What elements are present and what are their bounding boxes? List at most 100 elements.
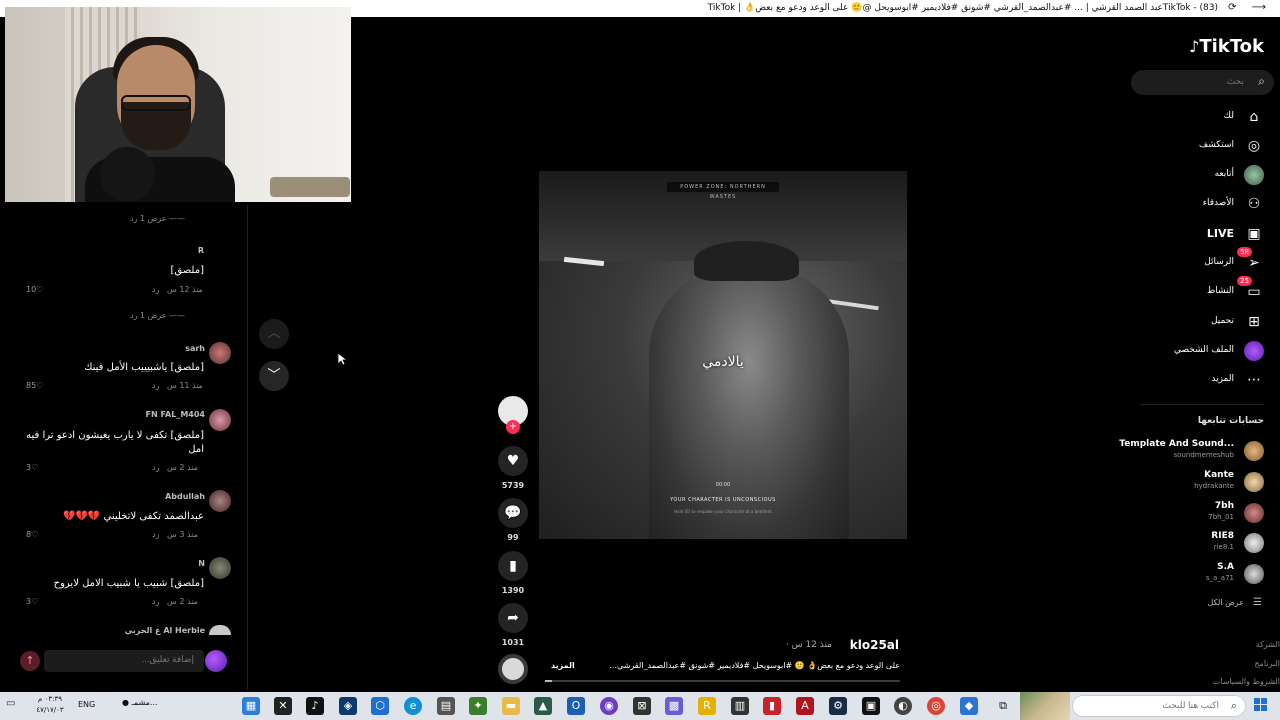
comment-input[interactable]	[94, 654, 194, 664]
comment-reply-button[interactable]: رد	[152, 381, 159, 390]
language-indicator[interactable]: ENG	[78, 700, 95, 709]
nav-label: استكشف	[1198, 140, 1234, 150]
task-view-icon[interactable]: ⧉	[994, 697, 1012, 715]
commenter-avatar[interactable]	[209, 557, 231, 579]
comment-like[interactable]: 10♡	[26, 285, 43, 294]
nav-following[interactable]: أتابعه	[1134, 165, 1264, 187]
comment-username[interactable]: Abdullah	[120, 492, 205, 501]
comment-username[interactable]: R	[164, 246, 204, 255]
like-button[interactable]: ♥	[498, 446, 528, 476]
footer-link-program[interactable]: البرنامج	[1254, 659, 1280, 668]
save-button[interactable]: ▮	[498, 551, 528, 581]
taskbar-app-icon[interactable]: A	[796, 697, 814, 715]
video-progress-bar[interactable]	[545, 680, 900, 682]
video-caption: يالادمي	[702, 354, 744, 370]
commenter-avatar[interactable]	[209, 342, 231, 364]
nav-profile[interactable]: الملف الشخصي	[1134, 341, 1264, 363]
taskbar-app-icon[interactable]: ◈	[339, 697, 357, 715]
steam-icon[interactable]: ⚙	[829, 697, 847, 715]
footer-link-company[interactable]: الشركة	[1256, 640, 1280, 649]
followed-account[interactable]: 7bh 7bh_01	[1124, 501, 1264, 525]
windows-start-icon[interactable]	[1254, 698, 1268, 712]
heart-icon: ♡	[31, 463, 39, 472]
taskbar-app-icon[interactable]: ▣	[862, 697, 880, 715]
taskbar-app-icon[interactable]: ▮	[763, 697, 781, 715]
followed-account[interactable]: Template And Sound... soundmemeshub	[1119, 439, 1264, 463]
comment-reply-button[interactable]: رد	[152, 463, 159, 472]
send-comment-button[interactable]: ↑	[20, 651, 40, 671]
tiktok-logo[interactable]: ♪TikTok	[1189, 36, 1264, 57]
nav-label: LIVE	[1206, 227, 1234, 240]
previous-video-button[interactable]: ︿	[259, 319, 289, 349]
notification-icon[interactable]: ▭	[6, 698, 18, 709]
outlook-icon[interactable]: O	[567, 697, 585, 715]
tiktok-app-icon[interactable]: ♪	[306, 697, 324, 715]
nav-for-you[interactable]: لك ⌂	[1134, 107, 1264, 129]
taskbar-app-icon[interactable]: ✦	[469, 697, 487, 715]
comment-username[interactable]: sarh	[140, 344, 205, 353]
comment-text: [ملصق] شبيب يا شبيب الامل لايروح	[53, 578, 204, 589]
nav-explore[interactable]: استكشف ◎	[1134, 136, 1264, 158]
comment-like[interactable]: 8♡	[26, 530, 38, 539]
comment-input-box[interactable]	[44, 650, 204, 672]
comment-reply-button[interactable]: رد	[152, 285, 159, 294]
footer-link-terms[interactable]: الشروط والسياسات	[1213, 677, 1280, 686]
nav-label: لك	[1223, 111, 1234, 121]
search-box[interactable]: ⌕	[1131, 70, 1274, 95]
comment-button[interactable]: 💬	[498, 498, 528, 528]
weather-widget[interactable]: ● مشمـ...	[122, 698, 158, 707]
view-replies-toggle[interactable]: عرض 1 رد ——	[130, 214, 185, 223]
taskbar-app-icon[interactable]: ◆	[960, 697, 978, 715]
taskbar-app-icon[interactable]: ◉	[600, 697, 618, 715]
taskbar-app-icon[interactable]: ⬡	[371, 697, 389, 715]
comment-username[interactable]: FN FAL_M404	[120, 410, 205, 419]
search-icon[interactable]: ⌕	[1258, 74, 1265, 89]
followed-account[interactable]: S.A s_a_a71	[1124, 562, 1264, 586]
nav-messages[interactable]: الرسائل ➢ 58	[1134, 247, 1264, 275]
nav-activity[interactable]: النشاط ▭ 25	[1134, 276, 1264, 304]
comment-like[interactable]: 3♡	[26, 463, 38, 472]
taskbar-clock[interactable]: ٠٣:٣٩ م ٤٧/١٧/٠٣	[28, 694, 72, 716]
comment-like[interactable]: 3♡	[26, 597, 38, 606]
comment-username[interactable]: N	[120, 559, 205, 568]
nav-live[interactable]: LIVE ▣	[1134, 224, 1264, 246]
comment-reply-button[interactable]: رد	[152, 597, 159, 606]
chrome-icon[interactable]: ◎	[927, 697, 945, 715]
nav-upload[interactable]: تحميل ⊞	[1134, 312, 1264, 334]
video-player[interactable]: POWER ZONE: NORTHERN WASTES يالادمي 00:0…	[539, 171, 907, 539]
account-handle: rie8.1	[1213, 543, 1234, 551]
taskbar-app-icon[interactable]: ▦	[242, 697, 260, 715]
followed-account[interactable]: RIE8 rie8.1	[1124, 531, 1264, 555]
nav-friends[interactable]: الأصدقاء ⚇	[1134, 194, 1264, 216]
taskbar-search-input[interactable]	[1109, 700, 1219, 710]
search-input[interactable]	[1144, 76, 1244, 86]
view-replies-toggle[interactable]: عرض 1 رد ——	[130, 311, 185, 320]
taskbar-app-icon[interactable]: ▩	[665, 697, 683, 715]
comment-like[interactable]: 85♡	[26, 381, 43, 390]
file-explorer-icon[interactable]: ▬	[502, 697, 520, 715]
next-video-button[interactable]: ﹀	[259, 361, 289, 391]
taskbar-app-icon[interactable]: R	[698, 697, 716, 715]
browser-nav-icons[interactable]: ⟳ ⟶	[1228, 2, 1272, 13]
nav-more[interactable]: المزيد ⋯	[1134, 370, 1264, 392]
edge-browser-icon[interactable]: e	[404, 697, 422, 715]
taskbar-app-icon[interactable]: ✕	[274, 697, 292, 715]
taskbar-app-icon[interactable]: ◐	[894, 697, 912, 715]
see-all-accounts[interactable]: عرض الكل ☰	[1174, 597, 1264, 611]
taskbar-search-box[interactable]: ⌕	[1072, 695, 1246, 717]
comment-reply-button[interactable]: رد	[152, 530, 159, 539]
music-disc-icon[interactable]	[498, 654, 528, 684]
followed-account[interactable]: Kante hydrakante	[1124, 470, 1264, 494]
taskbar-app-icon[interactable]: ▤	[437, 697, 455, 715]
commenter-avatar[interactable]	[209, 490, 231, 512]
follow-plus-icon[interactable]: +	[506, 420, 520, 434]
taskbar-app-icon[interactable]: ⊠	[633, 697, 651, 715]
commenter-avatar[interactable]	[209, 409, 231, 431]
search-highlight-image[interactable]	[1020, 692, 1070, 720]
taskbar-app-icon[interactable]: ▲	[534, 697, 552, 715]
comment-username[interactable]: Al Herbie غ الحربي	[110, 626, 205, 635]
description-more-link[interactable]: المزيد	[551, 661, 575, 670]
video-author[interactable]: klo25al	[850, 638, 899, 652]
taskbar-app-icon[interactable]: ▥	[731, 697, 749, 715]
share-button[interactable]: ➦	[498, 603, 528, 633]
